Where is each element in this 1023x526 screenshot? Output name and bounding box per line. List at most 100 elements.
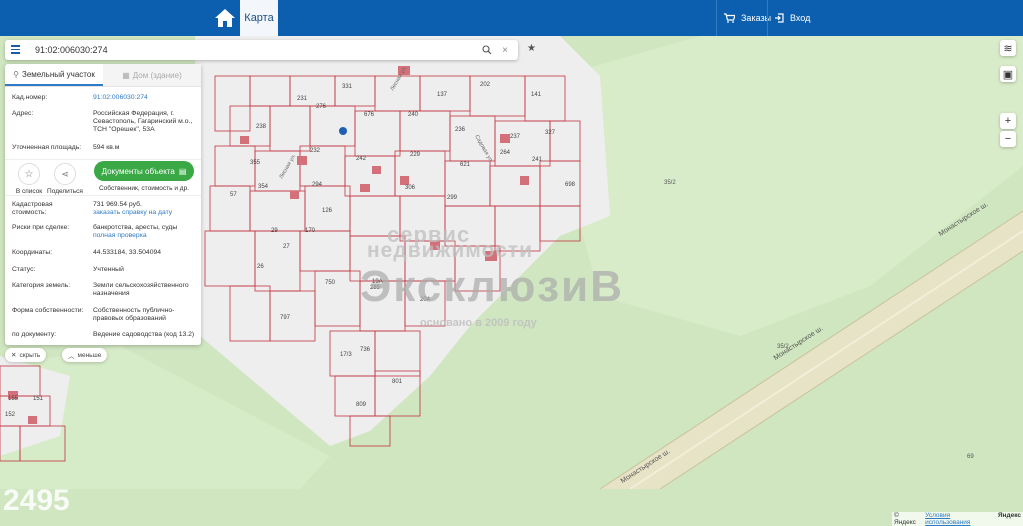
svg-text:299: 299 <box>447 195 458 201</box>
svg-text:238: 238 <box>256 124 267 130</box>
svg-text:229: 229 <box>410 152 421 158</box>
svg-text:126: 126 <box>322 208 333 214</box>
svg-text:57: 57 <box>230 192 237 198</box>
svg-text:264: 264 <box>500 150 511 156</box>
divider <box>716 0 717 36</box>
coordinates-value: 44.533184, 33.504094 <box>93 249 162 256</box>
zoom-out-button[interactable]: − <box>1000 131 1016 147</box>
watermark-logo: ЭксклюзиВ <box>360 262 624 311</box>
address-value: Российская Федерация, г. Севастополь, Га… <box>93 110 193 133</box>
svg-text:736: 736 <box>360 347 371 353</box>
svg-text:327: 327 <box>545 130 556 136</box>
hide-label: скрыть <box>19 351 41 359</box>
svg-text:242: 242 <box>356 156 367 162</box>
star-icon[interactable]: ★ <box>527 43 536 54</box>
svg-text:276: 276 <box>316 104 327 110</box>
tab-house-label: Дом (здание) <box>132 70 182 80</box>
panel-tabs: ⚲ Земельный участок ▦ Дом (здание) <box>5 64 201 87</box>
home-icon[interactable] <box>213 7 237 29</box>
divider <box>5 159 201 160</box>
svg-text:355: 355 <box>250 160 261 166</box>
svg-text:17/3: 17/3 <box>340 352 352 358</box>
documents-subtitle: Собственник, стоимость и др. <box>98 185 189 192</box>
terms-link[interactable]: Условия использования <box>925 512 994 526</box>
field-label: Статус: <box>12 266 36 273</box>
field-label: Риски при сделке: <box>12 224 70 231</box>
svg-text:676: 676 <box>364 112 375 118</box>
tab-house[interactable]: ▦ Дом (здание) <box>103 64 201 86</box>
corner-number: 2495 <box>3 484 70 517</box>
svg-text:202: 202 <box>480 82 491 88</box>
search-bar: 91:02:006030:274 × <box>5 40 518 60</box>
svg-text:809: 809 <box>356 402 367 408</box>
share-icon: ⋖ <box>54 163 76 185</box>
svg-text:294: 294 <box>312 182 323 188</box>
tab-map[interactable]: Карта <box>240 0 278 36</box>
add-to-list-label: В список <box>15 188 43 195</box>
svg-text:29: 29 <box>271 228 278 234</box>
documents-button[interactable]: Документы объекта ▤ <box>94 161 194 181</box>
hide-panel-button[interactable]: ✕ скрыть <box>5 348 47 362</box>
zoom-in-button[interactable]: + <box>1000 113 1016 129</box>
full-check-link[interactable]: полная проверка <box>93 232 203 240</box>
svg-text:170: 170 <box>305 228 316 234</box>
svg-text:306: 306 <box>405 185 416 191</box>
menu-icon[interactable] <box>11 45 20 54</box>
svg-text:151: 151 <box>33 396 44 402</box>
fullscreen-icon[interactable]: ▣ <box>1000 66 1016 82</box>
svg-text:141: 141 <box>531 92 542 98</box>
field-label: Координаты: <box>12 249 53 256</box>
tab-land-label: Земельный участок <box>22 69 95 79</box>
field-label: Кад.номер: <box>12 94 48 101</box>
divider <box>767 0 768 36</box>
svg-text:27: 27 <box>283 244 290 250</box>
add-to-list-button[interactable]: ☆ В список <box>13 163 45 195</box>
login-button[interactable]: Вход <box>774 0 810 36</box>
svg-text:26: 26 <box>257 264 264 270</box>
map-attribution: © Яндекс Условия использования Яндекс <box>892 512 1023 526</box>
field-label: Категория земель: <box>12 282 71 289</box>
svg-text:698: 698 <box>565 182 576 188</box>
divider <box>5 195 201 196</box>
svg-text:137: 137 <box>437 92 448 98</box>
risks-value: банкротства, аресты, суды <box>93 224 178 231</box>
parcel-label: 69 <box>967 454 974 460</box>
svg-text:237: 237 <box>510 134 521 140</box>
svg-text:750: 750 <box>325 280 336 286</box>
svg-text:621: 621 <box>460 162 471 168</box>
svg-text:231: 231 <box>297 96 308 102</box>
search-input[interactable]: 91:02:006030:274 <box>35 45 482 55</box>
attribution-copyright: © Яндекс <box>894 512 916 526</box>
less-label: меньше <box>77 351 102 359</box>
watermark-line-2: недвижимости <box>367 239 533 262</box>
yandex-logo: Яндекс <box>997 512 1021 519</box>
field-label: Уточненная площадь: <box>12 144 82 151</box>
search-icon[interactable] <box>482 45 492 55</box>
orders-button[interactable]: Заказы <box>724 0 771 36</box>
watermark-line-4: основано в 2009 году <box>420 317 537 329</box>
login-label: Вход <box>790 13 811 23</box>
field-label: Адрес: <box>12 110 34 117</box>
cadastral-number-link[interactable]: 91:02:006030:274 <box>93 94 203 102</box>
area-value: 594 кв.м <box>93 144 120 151</box>
svg-text:240: 240 <box>408 112 419 118</box>
close-icon: ✕ <box>11 352 17 359</box>
svg-text:354: 354 <box>258 184 269 190</box>
cart-icon <box>724 13 735 23</box>
chevron-up-icon: ︿ <box>68 353 75 360</box>
svg-text:331: 331 <box>342 84 353 90</box>
tab-land-plot[interactable]: ⚲ Земельный участок <box>5 64 103 86</box>
login-icon <box>775 13 784 23</box>
object-info-panel: ⚲ Земельный участок ▦ Дом (здание) Кад.н… <box>5 64 201 345</box>
building-icon: ▦ <box>122 70 130 80</box>
share-label: Поделиться <box>47 188 83 195</box>
svg-text:797: 797 <box>280 315 291 321</box>
layers-icon[interactable]: ≋ <box>1000 40 1016 56</box>
share-button[interactable]: ⋖ Поделиться <box>45 163 85 195</box>
documents-label: Документы объекта <box>101 166 175 176</box>
field-label: Кадастровая стоимость: <box>12 201 53 216</box>
order-certificate-link[interactable]: заказать справку на дату <box>93 209 203 217</box>
show-less-button[interactable]: ︿ меньше <box>62 348 108 362</box>
clear-icon[interactable]: × <box>502 45 508 56</box>
svg-text:236: 236 <box>455 127 466 133</box>
